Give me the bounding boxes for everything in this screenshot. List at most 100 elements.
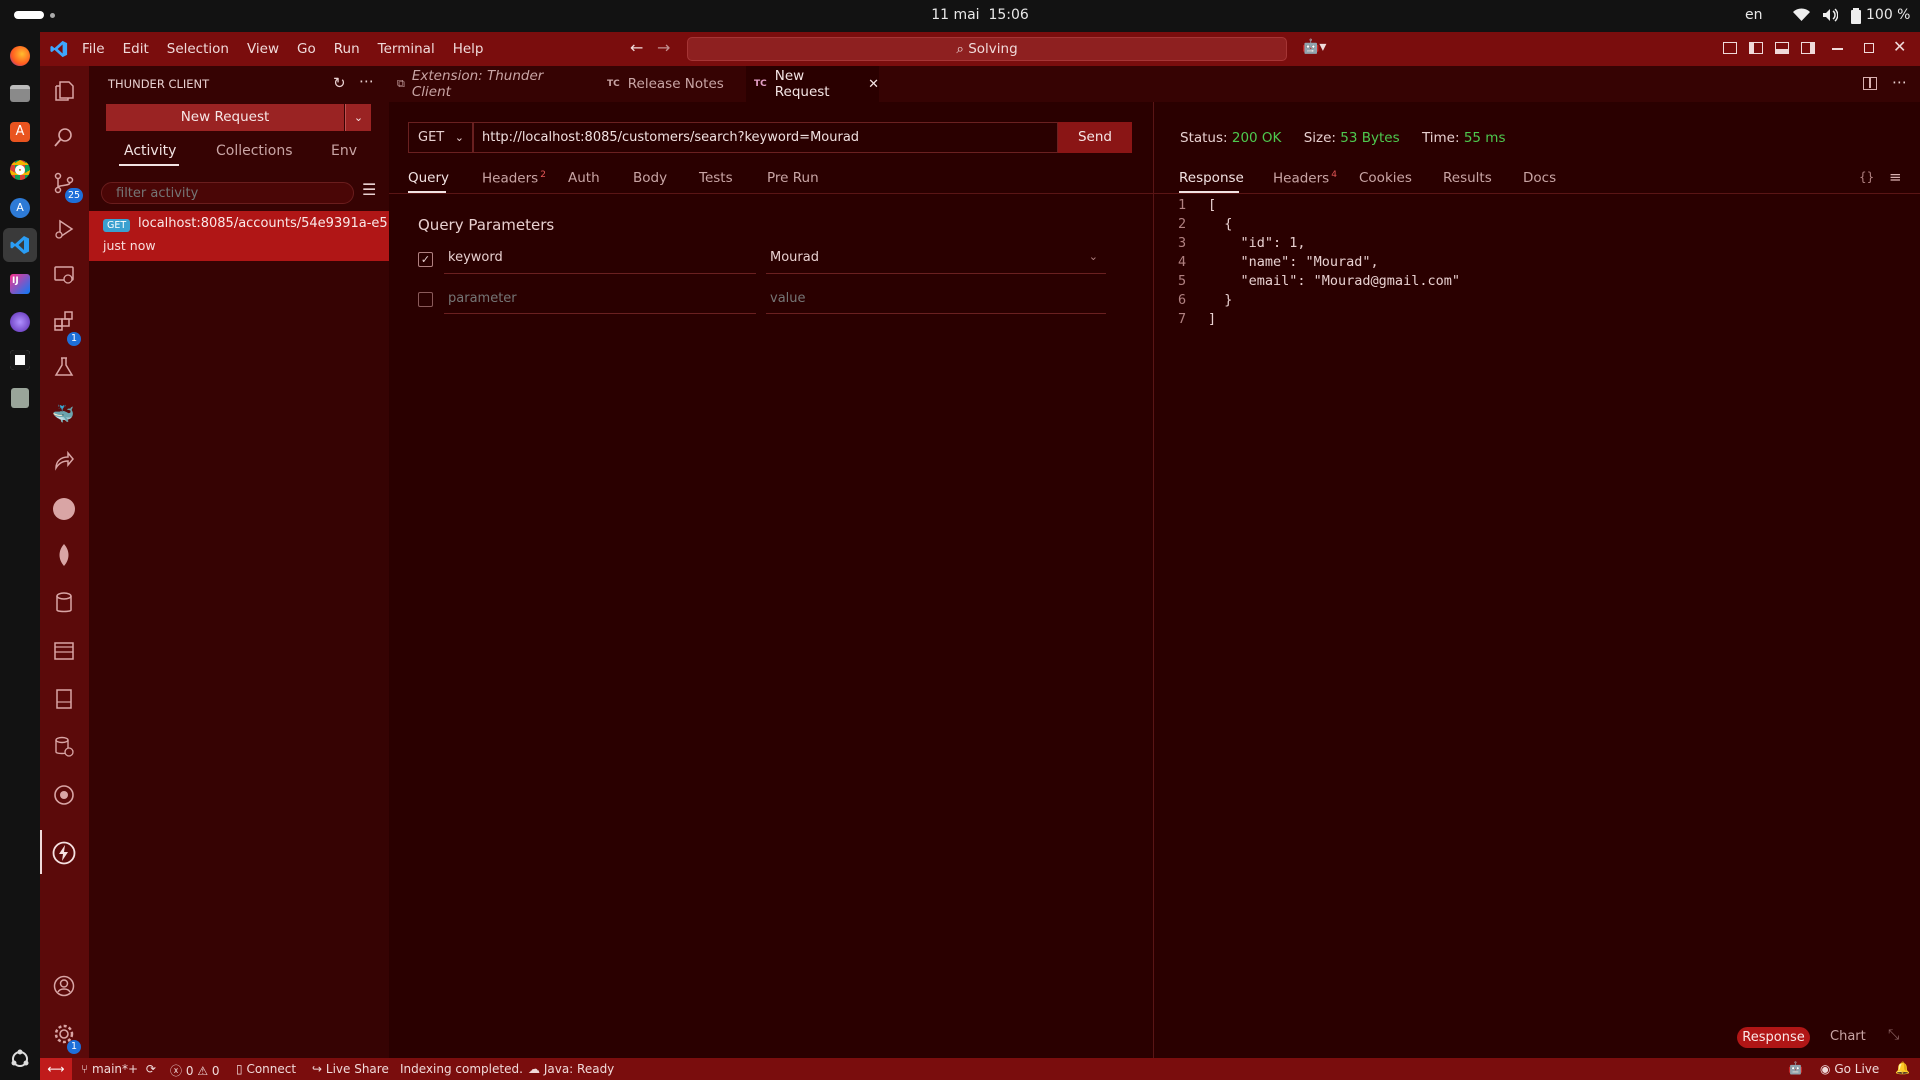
empty-param-checkbox[interactable] [418, 292, 433, 307]
param-key-input[interactable]: keyword [444, 244, 756, 274]
toggle-panel-icon[interactable] [1775, 42, 1789, 54]
param-value-input[interactable]: Mourad ⌄ [766, 244, 1106, 274]
browser-preview-icon[interactable] [53, 640, 75, 662]
request-tab-auth[interactable]: Auth [568, 170, 600, 186]
firefox-icon[interactable] [10, 46, 30, 66]
java-status[interactable]: ☁ Java: Ready [528, 1062, 614, 1076]
request-tab-body[interactable]: Body [633, 170, 667, 186]
database-icon[interactable] [54, 592, 74, 614]
live-share-item[interactable]: ↪ Live Share [312, 1062, 389, 1076]
go-live-item[interactable]: ◉ Go Live [1820, 1062, 1879, 1076]
send-button[interactable]: Send [1058, 122, 1132, 153]
remote-indicator[interactable]: ⟷ [40, 1058, 72, 1080]
command-center-search[interactable]: ⌕ Solving [687, 37, 1287, 61]
new-request-dropdown[interactable]: ⌄ [345, 104, 371, 131]
show-apps-icon[interactable] [10, 1049, 30, 1069]
thunder-gauge-icon[interactable] [53, 498, 75, 520]
json-format-icon[interactable]: {} [1859, 170, 1874, 184]
volume-icon[interactable] [1822, 8, 1838, 22]
problems-indicator[interactable]: ⓧ 0 ⚠ 0 [170, 1062, 220, 1079]
chrome-icon[interactable] [10, 160, 30, 180]
url-input[interactable] [473, 122, 1058, 153]
trash-icon[interactable] [11, 388, 29, 408]
refresh-icon[interactable]: ↻ [333, 74, 346, 92]
mongodb-leaf-icon[interactable] [55, 544, 73, 568]
toggle-sidebar-icon[interactable] [1749, 42, 1763, 54]
menu-terminal[interactable]: Terminal [378, 41, 435, 57]
response-tab-results[interactable]: Results [1443, 170, 1492, 186]
tab-extension-thunder-client[interactable]: ⧉ Extension: Thunder Client [397, 66, 559, 102]
forward-arrow-icon[interactable]: → [657, 38, 670, 57]
toggle-secondary-sidebar-icon[interactable] [1801, 42, 1815, 54]
activity-list-item[interactable]: GET localhost:8085/accounts/54e9391a-e5.… [89, 211, 400, 261]
database-client-icon[interactable] [53, 736, 75, 758]
app-store-icon[interactable]: A [10, 198, 30, 218]
footer-chart-button[interactable]: Chart [1830, 1029, 1866, 1044]
input-language[interactable]: en [1745, 7, 1763, 23]
testing-flask-icon[interactable] [53, 356, 75, 378]
connect-item[interactable]: ▯ Connect [236, 1062, 296, 1076]
editor-more-icon[interactable]: ⋯ [1892, 73, 1907, 91]
response-tab-cookies[interactable]: Cookies [1359, 170, 1412, 186]
tab-collections[interactable]: Collections [216, 143, 293, 159]
menu-view[interactable]: View [247, 41, 279, 57]
request-tab-prerun[interactable]: Pre Run [767, 170, 819, 186]
filter-activity-input[interactable] [101, 182, 354, 204]
target-icon[interactable] [53, 784, 75, 806]
menu-help[interactable]: Help [453, 41, 484, 57]
search-sidebar-icon[interactable] [53, 126, 75, 148]
response-tab-headers[interactable]: Headers 4 [1273, 170, 1337, 187]
docker-icon[interactable]: 🐳 [52, 404, 74, 425]
tab-new-request[interactable]: TC New Request ✕ [746, 66, 879, 102]
remote-explorer-icon[interactable] [53, 264, 75, 286]
battery-icon[interactable] [1851, 8, 1861, 24]
accounts-icon[interactable] [53, 975, 75, 997]
menu-edit[interactable]: Edit [123, 41, 149, 57]
customize-layout-icon[interactable] [1723, 42, 1737, 54]
request-tab-query[interactable]: Query [408, 170, 449, 186]
filter-menu-icon[interactable]: ☰ [362, 180, 376, 199]
copilot-icon[interactable]: 🤖▾ [1302, 39, 1326, 55]
param-value-placeholder-input[interactable] [766, 284, 1106, 314]
app-center-icon[interactable]: A [10, 122, 30, 142]
files-icon[interactable] [10, 85, 30, 102]
tab-env[interactable]: Env [331, 143, 357, 159]
menu-run[interactable]: Run [334, 41, 360, 57]
split-editor-icon[interactable] [1863, 77, 1877, 90]
menu-file[interactable]: File [82, 41, 105, 57]
run-debug-icon[interactable] [53, 218, 75, 240]
method-select[interactable]: GET ⌄ [408, 122, 473, 153]
expand-icon[interactable]: ⤡ [1888, 1027, 1899, 1043]
tab-activity[interactable]: Activity [124, 143, 176, 159]
explorer-icon[interactable] [53, 80, 75, 102]
branch-indicator[interactable]: ⑂ main*+ ⟳ [81, 1062, 156, 1076]
request-tab-headers[interactable]: Headers 2 [482, 170, 546, 187]
intellij-icon[interactable]: IJ [10, 274, 30, 294]
back-arrow-icon[interactable]: ← [630, 38, 643, 57]
copilot-status-icon[interactable]: 🤖 [1788, 1061, 1803, 1075]
activities-indicator[interactable] [14, 11, 44, 19]
response-tab-docs[interactable]: Docs [1523, 170, 1556, 186]
app-icon-dark[interactable] [10, 350, 30, 370]
param-key-placeholder-input[interactable] [444, 284, 756, 314]
tab-release-notes[interactable]: TC Release Notes [607, 66, 737, 102]
response-tab-response[interactable]: Response [1179, 170, 1244, 186]
menu-selection[interactable]: Selection [167, 41, 229, 57]
param-checkbox[interactable]: ✓ [418, 252, 433, 267]
live-share-icon[interactable] [53, 450, 75, 472]
app-icon-purple[interactable] [10, 312, 30, 332]
more-actions-icon[interactable]: ⋯ [359, 72, 374, 90]
footer-response-button[interactable]: Response [1737, 1027, 1810, 1048]
menu-go[interactable]: Go [297, 41, 316, 57]
request-tab-tests[interactable]: Tests [699, 170, 733, 186]
extensions-icon[interactable] [53, 310, 75, 332]
vscode-dock-icon[interactable] [3, 228, 37, 262]
close-tab-icon[interactable]: ✕ [868, 77, 879, 92]
close-window-icon[interactable]: ✕ [1893, 37, 1906, 56]
clock[interactable]: 11 mai 15:06 [900, 7, 1060, 23]
bookmark-panel-icon[interactable] [54, 688, 74, 710]
thunder-client-icon[interactable] [52, 841, 76, 865]
minimize-icon[interactable] [1832, 48, 1843, 50]
wrap-lines-icon[interactable]: ≡ [1889, 168, 1902, 186]
notifications-bell-icon[interactable]: 🔔 [1895, 1061, 1910, 1075]
